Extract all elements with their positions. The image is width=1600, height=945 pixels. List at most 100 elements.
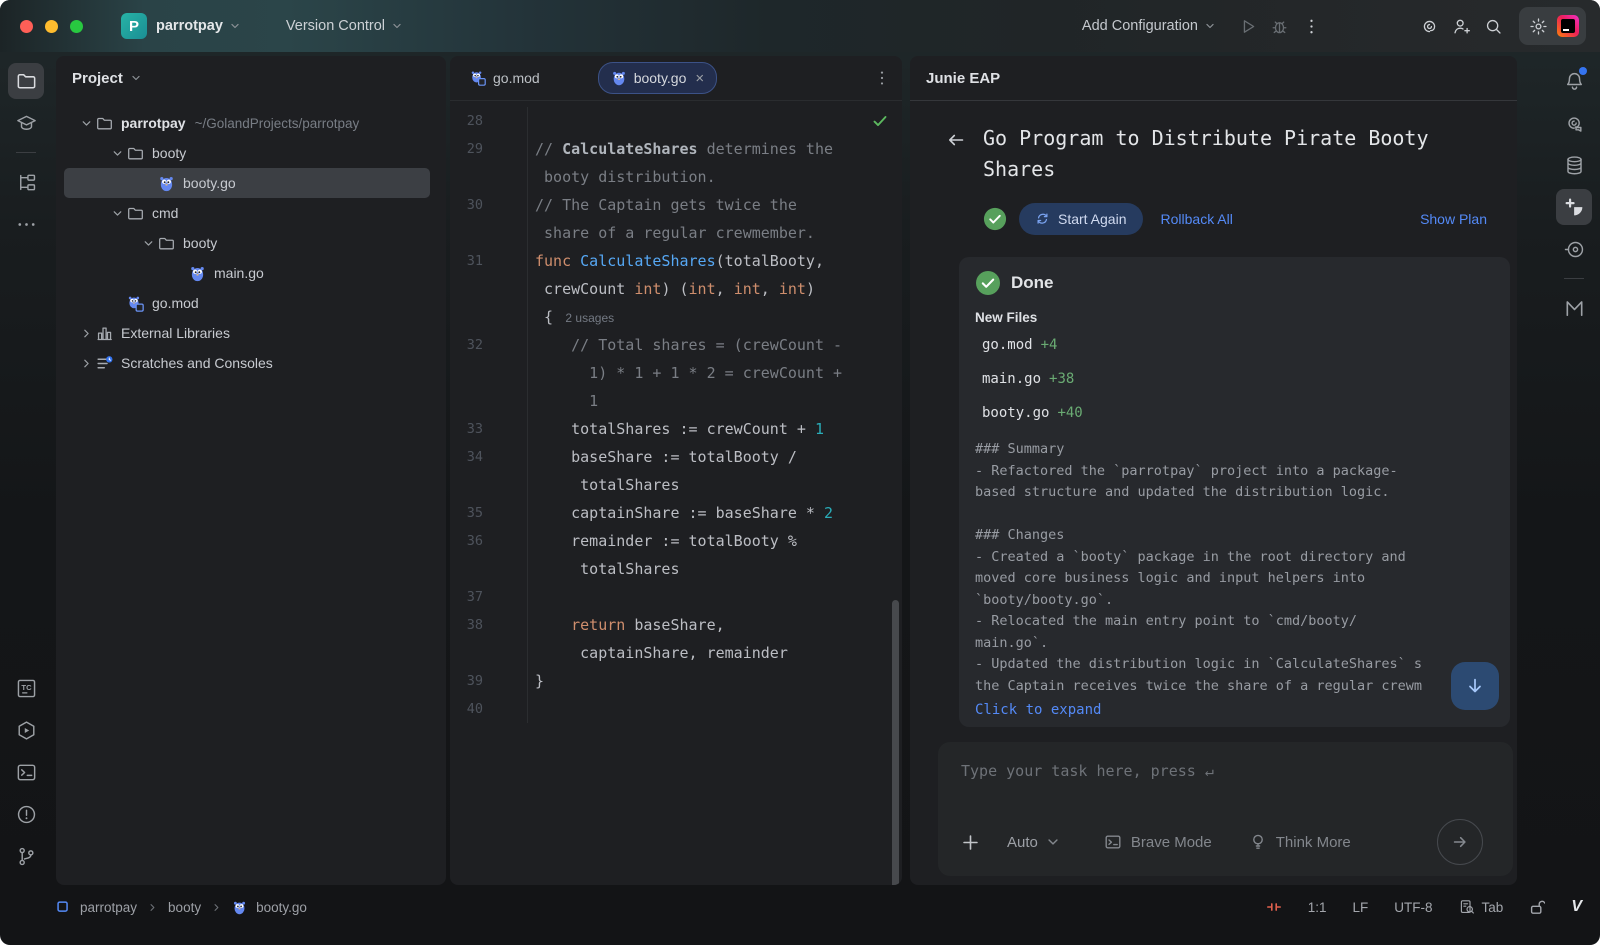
tree-item-go-mod[interactable]: go.mod: [64, 288, 430, 318]
chevron-right-icon[interactable]: [76, 356, 96, 371]
close-window-button[interactable]: [20, 20, 33, 33]
more-icon[interactable]: [8, 206, 44, 242]
project-path: ~/GolandProjects/parrotpay: [195, 116, 360, 131]
teamcity-icon[interactable]: TC: [8, 670, 44, 706]
brave-mode-toggle[interactable]: Brave Mode: [1104, 833, 1212, 851]
search-icon[interactable]: [1477, 10, 1509, 42]
maven-icon[interactable]: [1556, 290, 1592, 326]
tab-go-mod[interactable]: go.mod: [458, 63, 552, 93]
back-arrow-icon[interactable]: [946, 130, 966, 185]
task-input-card[interactable]: Type your task here, press ↵ Auto Brave …: [938, 742, 1513, 876]
chevron-down-icon[interactable]: [76, 116, 96, 131]
terminal-icon[interactable]: [8, 754, 44, 790]
rollback-all-link[interactable]: Rollback All: [1161, 211, 1233, 227]
minimize-window-button[interactable]: [45, 20, 58, 33]
changed-file-row[interactable]: booty.go+40: [975, 405, 1494, 427]
send-button[interactable]: [1437, 819, 1483, 865]
code-token: totalShares: [535, 476, 680, 494]
breadcrumb-item[interactable]: parrotpay: [80, 900, 137, 915]
ai-assistant-icon[interactable]: [1556, 105, 1592, 141]
project-panel-header[interactable]: Project: [56, 56, 446, 100]
chevron-down-icon[interactable]: [228, 19, 242, 33]
debug-icon[interactable]: [1263, 10, 1295, 42]
inward-arrows-icon[interactable]: [1266, 899, 1282, 915]
start-again-label: Start Again: [1058, 211, 1127, 227]
line-number: 40: [450, 695, 528, 723]
tab-options-kebab-icon[interactable]: [872, 68, 892, 88]
git-branch-icon[interactable]: [8, 838, 44, 874]
chevron-down-icon[interactable]: [129, 71, 143, 85]
encoding-selector[interactable]: UTF-8: [1394, 900, 1432, 915]
code-text: [528, 583, 535, 611]
code-token: int: [634, 280, 661, 298]
dependencies-icon[interactable]: [1556, 231, 1592, 267]
click-to-expand-link[interactable]: Click to expand: [975, 702, 1494, 718]
code-editor[interactable]: 2829// CalculateShares determines the bo…: [450, 101, 902, 885]
notifications-icon[interactable]: [1556, 63, 1592, 99]
editor-scrollbar[interactable]: [892, 600, 899, 885]
line-separator-selector[interactable]: LF: [1353, 900, 1369, 915]
code-token: 2 usages: [562, 311, 614, 325]
input-controls: Auto Brave Mode Think More: [961, 820, 1497, 864]
show-plan-link[interactable]: Show Plan: [1420, 211, 1487, 227]
kebab-menu-icon[interactable]: [1295, 10, 1327, 42]
breadcrumb-item[interactable]: booty: [168, 900, 201, 915]
run-configuration-select[interactable]: Add Configuration: [1082, 18, 1217, 34]
code-text: baseShare := totalBooty /: [528, 443, 797, 471]
lock-open-icon[interactable]: [1529, 899, 1545, 915]
done-row: Done: [975, 270, 1494, 296]
services-icon[interactable]: [8, 712, 44, 748]
code-token: // The Captain gets twice the: [535, 196, 797, 214]
structure-icon[interactable]: [8, 164, 44, 200]
chevron-down-icon[interactable]: [138, 236, 158, 251]
tree-item-external-libraries[interactable]: External Libraries: [64, 318, 430, 348]
jetbrains-logo-icon[interactable]: [1557, 15, 1579, 37]
changed-file-row[interactable]: go.mod+4: [975, 337, 1494, 359]
think-more-toggle[interactable]: Think More: [1249, 833, 1351, 851]
task-title: Go Program to Distribute Pirate Booty Sh…: [983, 123, 1488, 185]
tab-booty-go[interactable]: booty.go ×: [598, 62, 717, 94]
maximize-window-button[interactable]: [70, 20, 83, 33]
chevron-down-icon[interactable]: [107, 206, 127, 221]
message-line: - Created a `booty` package in the root …: [975, 547, 1494, 569]
tree-item-booty[interactable]: booty: [64, 138, 430, 168]
tree-item-main-go[interactable]: main.go: [64, 258, 430, 288]
project-name-button[interactable]: parrotpay: [156, 18, 223, 34]
tree-item-booty-go[interactable]: booty.go: [64, 168, 430, 198]
problems-icon[interactable]: [8, 796, 44, 832]
settings-gear-icon[interactable]: [1526, 10, 1550, 42]
scroll-to-bottom-button[interactable]: [1451, 662, 1499, 710]
tree-item-scratches-and-consoles[interactable]: Scratches and Consoles: [64, 348, 430, 378]
breadcrumb-item[interactable]: booty.go: [256, 900, 307, 915]
line-number: [450, 275, 528, 303]
attach-plus-button[interactable]: [961, 833, 980, 852]
add-user-icon[interactable]: [1445, 10, 1477, 42]
project-folder-icon[interactable]: [8, 63, 44, 99]
code-text: crewCount int) (int, int, int): [528, 275, 815, 303]
ai-assistant-icon[interactable]: [1413, 10, 1445, 42]
run-play-icon[interactable]: [1231, 10, 1263, 42]
chevron-down-icon[interactable]: [107, 146, 127, 161]
project-tree: parrotpay~/GolandProjects/parrotpaybooty…: [56, 100, 446, 378]
tree-item-cmd[interactable]: cmd: [64, 198, 430, 228]
chevron-down-icon[interactable]: [390, 19, 404, 33]
changed-file-row[interactable]: main.go+38: [975, 371, 1494, 393]
close-icon[interactable]: ×: [695, 71, 704, 86]
message-line: main.go`.: [975, 633, 1494, 655]
caret-position[interactable]: 1:1: [1308, 900, 1327, 915]
learn-icon[interactable]: [8, 105, 44, 141]
vim-plugin-icon[interactable]: V: [1571, 898, 1582, 916]
tree-item-booty[interactable]: booty: [64, 228, 430, 258]
mode-select[interactable]: Auto: [1007, 833, 1062, 851]
start-again-button[interactable]: Start Again: [1019, 203, 1143, 235]
junie-task-header: Go Program to Distribute Pirate Booty Sh…: [946, 123, 1489, 185]
chevron-right-icon[interactable]: [76, 326, 96, 341]
tree-item-parrotpay[interactable]: parrotpay~/GolandProjects/parrotpay: [64, 108, 430, 138]
code-token: captainShare := baseShare *: [535, 504, 824, 522]
indent-selector[interactable]: Tab: [1459, 899, 1504, 915]
message-line: the Captain receives twice the share of …: [975, 676, 1494, 698]
database-icon[interactable]: [1556, 147, 1592, 183]
inspection-ok-icon[interactable]: [872, 113, 888, 133]
version-control-button[interactable]: Version Control: [286, 18, 385, 34]
junie-icon[interactable]: [1556, 189, 1592, 225]
